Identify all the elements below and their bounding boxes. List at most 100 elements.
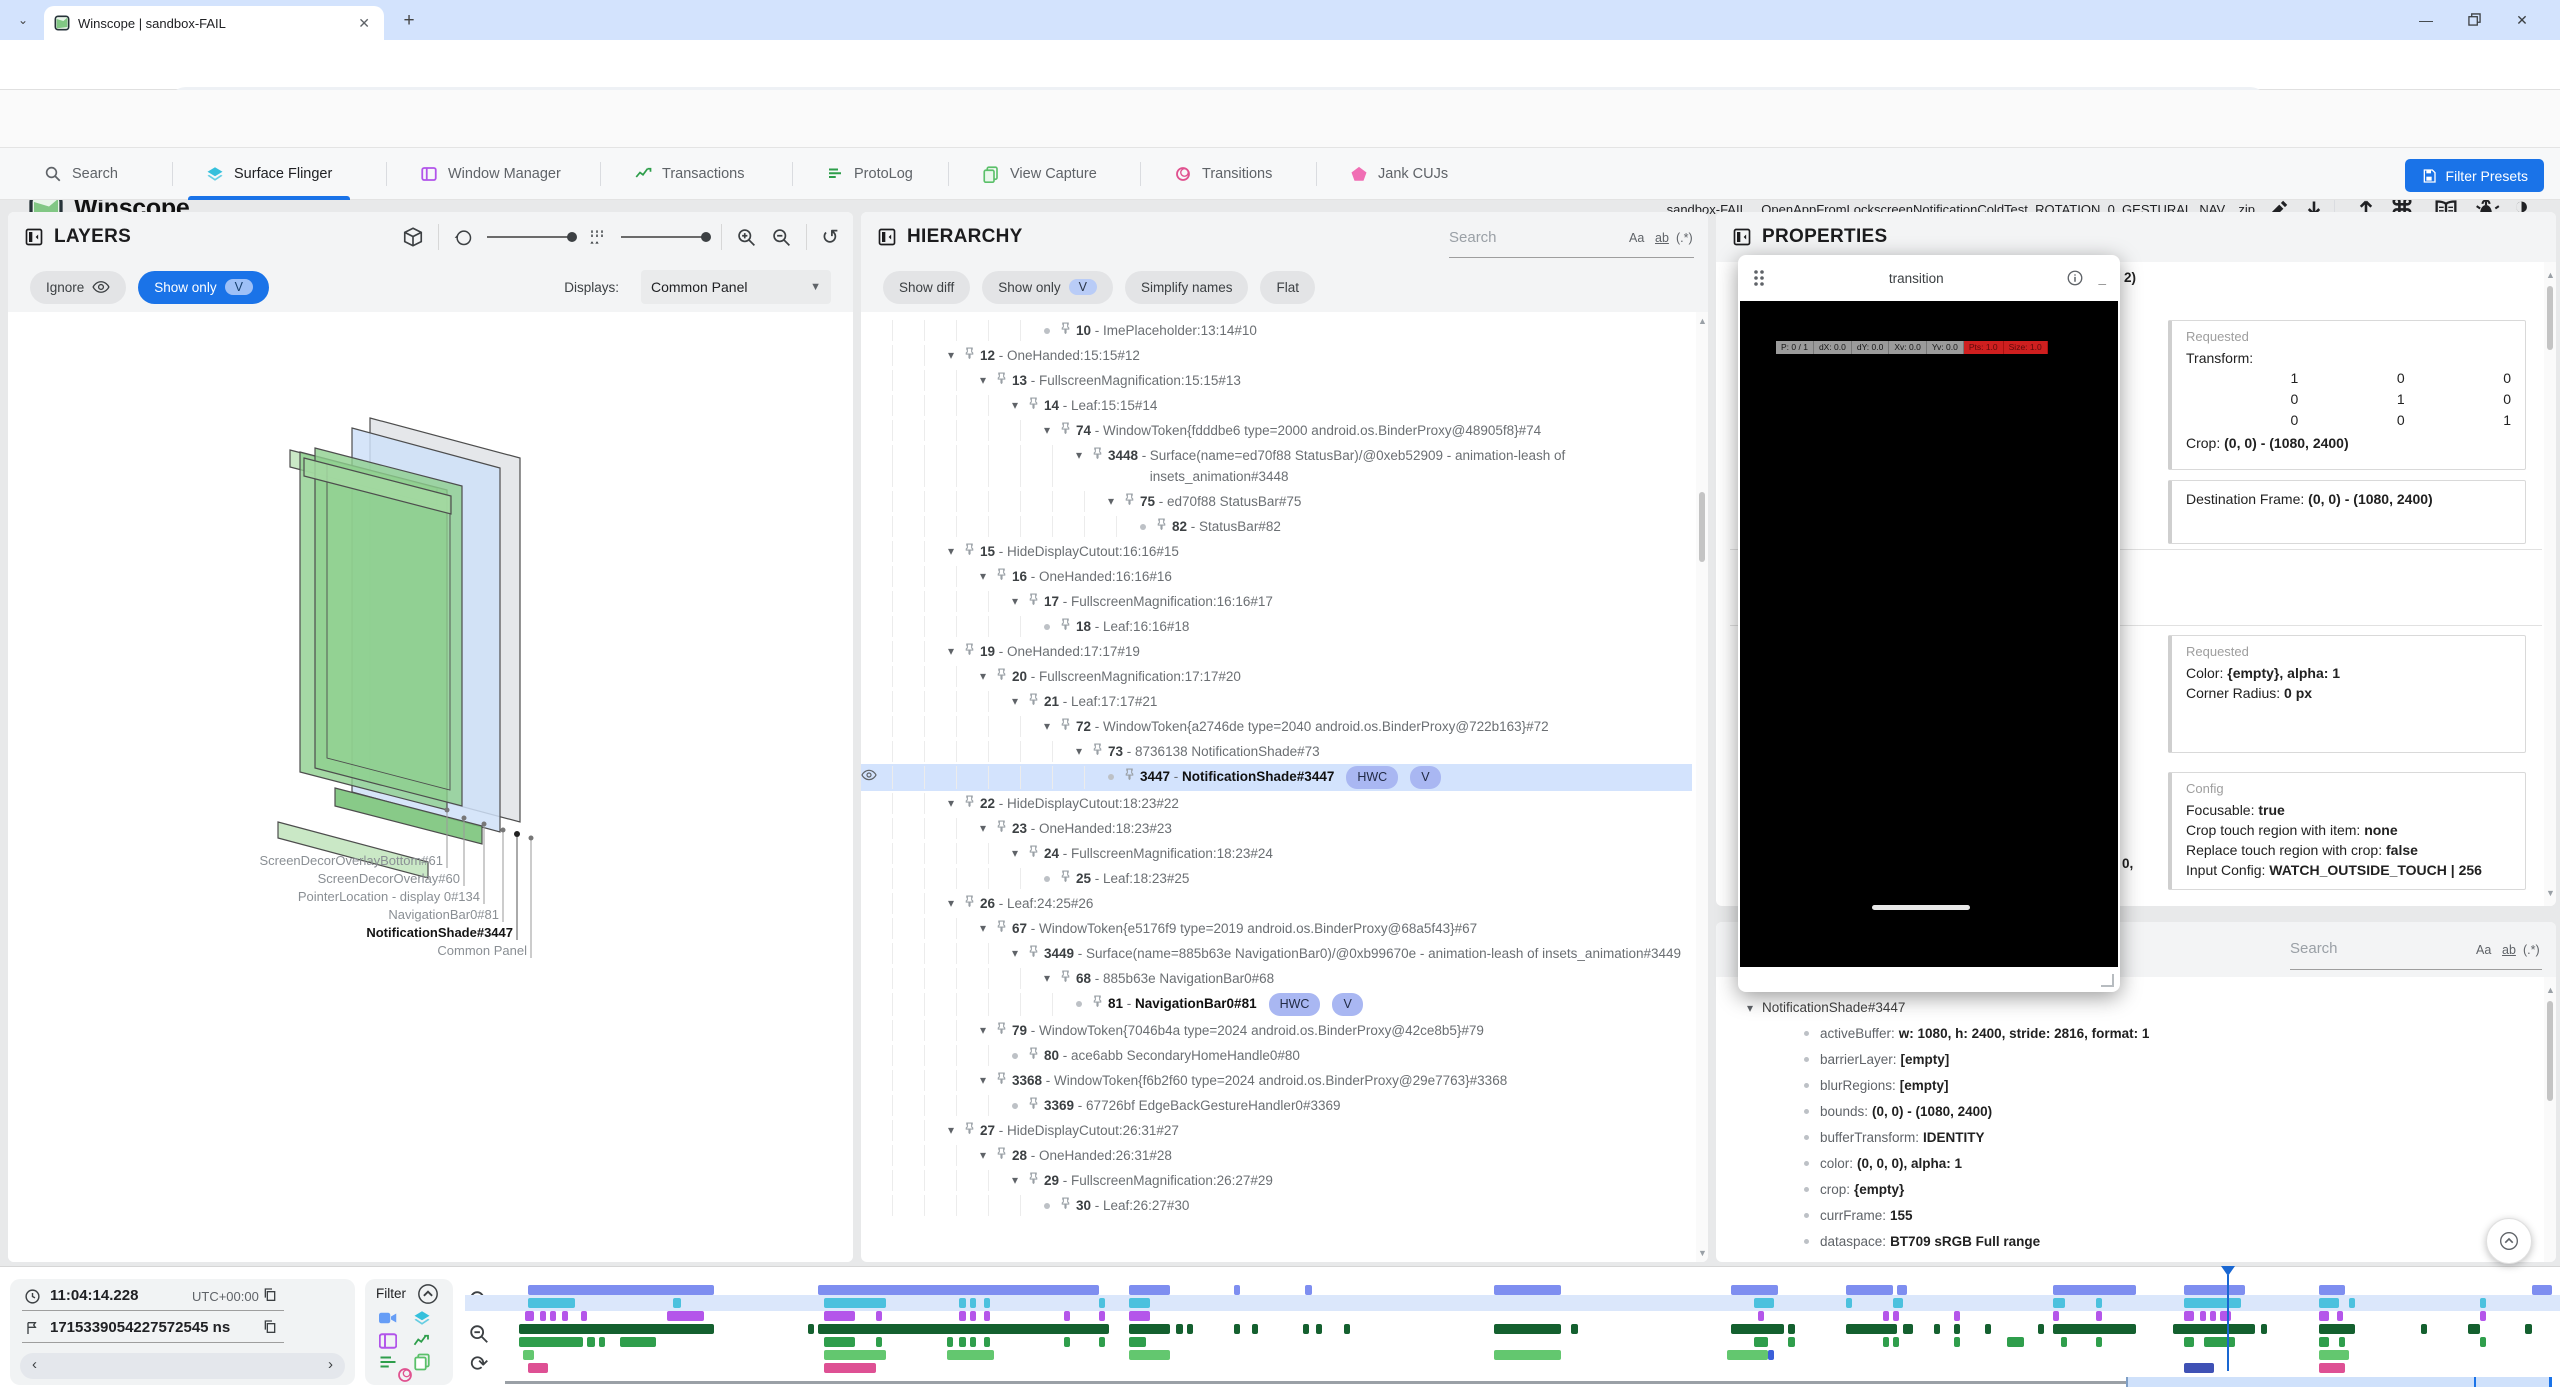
pin-icon[interactable] <box>1027 1047 1040 1060</box>
simplify-names-chip[interactable]: Simplify names <box>1125 271 1249 304</box>
collapse-properties-button[interactable] <box>2486 1218 2532 1264</box>
pin-icon[interactable] <box>1027 945 1040 958</box>
collapse-panel-icon[interactable] <box>877 227 897 247</box>
property-row[interactable]: barrierLayer:[empty] <box>1804 1052 1949 1067</box>
pin-icon[interactable] <box>1059 618 1072 631</box>
window-minimize-button[interactable]: — <box>2404 0 2448 40</box>
pin-icon[interactable] <box>1123 768 1136 781</box>
timeline-track[interactable] <box>505 1363 2552 1373</box>
tree-row[interactable]: ▾3448 - Surface(name=ed70f88 StatusBar)/… <box>861 443 1692 489</box>
state-scrollbar[interactable]: ▲ <box>2544 977 2556 1262</box>
expand-arrow-icon[interactable]: ▾ <box>973 370 993 391</box>
tree-row[interactable]: ▾26 - Leaf:24:25#26 <box>861 891 1692 916</box>
expand-arrow-icon[interactable]: ▾ <box>1005 691 1025 712</box>
pin-icon[interactable] <box>963 543 976 556</box>
expand-arrow-icon[interactable]: ▾ <box>1069 445 1089 466</box>
timeline-zoom-out-icon[interactable] <box>468 1323 490 1345</box>
timeline-tracks[interactable] <box>505 1281 2552 1389</box>
pin-icon[interactable] <box>995 668 1008 681</box>
tree-row[interactable]: 10 - ImePlaceholder:13:14#10 <box>861 318 1692 343</box>
transactions-filter-icon[interactable] <box>413 1333 431 1349</box>
tree-row[interactable]: ▾24 - FullscreenMagnification:18:23#24 <box>861 841 1692 866</box>
tab-surface-flinger[interactable]: Surface Flinger <box>180 148 358 200</box>
properties-search-input[interactable]: Search <box>2290 940 2338 957</box>
tree-row[interactable]: ▾74 - WindowToken{fdddbe6 type=2000 andr… <box>861 418 1692 443</box>
regex-icon[interactable]: (.*) <box>1676 231 1693 245</box>
pin-icon[interactable] <box>995 820 1008 833</box>
tab-transactions[interactable]: Transactions <box>608 148 770 200</box>
next-frame-button[interactable]: › <box>328 1356 333 1373</box>
rotation-dial-icon[interactable] <box>453 227 473 247</box>
tree-row[interactable]: ▾15 - HideDisplayCutout:16:16#15 <box>861 539 1692 564</box>
expand-arrow-icon[interactable]: ▾ <box>973 918 993 939</box>
tree-row[interactable]: ▾29 - FullscreenMagnification:26:27#29 <box>861 1168 1692 1193</box>
expand-arrow-icon[interactable]: ▾ <box>1037 716 1057 737</box>
pin-icon[interactable] <box>995 1072 1008 1085</box>
tree-row[interactable]: 3447 - NotificationShade#3447HWCV <box>861 764 1692 791</box>
protolog-filter-icon[interactable] <box>379 1355 397 1369</box>
tree-row[interactable]: ▾22 - HideDisplayCutout:18:23#22 <box>861 791 1692 816</box>
expand-arrow-icon[interactable]: ▾ <box>941 793 961 814</box>
window-close-button[interactable]: ✕ <box>2500 0 2544 40</box>
pin-icon[interactable] <box>1059 1197 1072 1210</box>
pin-icon[interactable] <box>963 347 976 360</box>
property-row[interactable]: blurRegions:[empty] <box>1804 1078 1949 1093</box>
rect-label[interactable]: PointerLocation - display 0#134 <box>160 889 480 904</box>
reset-view-icon[interactable]: ↺ <box>821 225 839 250</box>
tree-row[interactable]: ▾75 - ed70f88 StatusBar#75 <box>861 489 1692 514</box>
tab-close-icon[interactable]: ✕ <box>354 15 374 32</box>
pin-icon[interactable] <box>995 920 1008 933</box>
pin-icon[interactable] <box>963 643 976 656</box>
expand-arrow-icon[interactable]: ▾ <box>1005 943 1025 964</box>
expand-arrow-icon[interactable]: ▾ <box>973 666 993 687</box>
rect-label[interactable]: NotificationShade#3447 <box>193 925 513 940</box>
resize-handle[interactable] <box>2101 974 2114 987</box>
timeline-track[interactable] <box>505 1311 2552 1321</box>
match-case-icon[interactable]: Aa <box>1629 231 1644 245</box>
tree-row[interactable]: ▾16 - OneHanded:16:16#16 <box>861 564 1692 589</box>
spacing-slider-icon[interactable] <box>587 227 607 247</box>
ignore-visibility-chip[interactable]: Ignore <box>30 271 126 304</box>
displays-dropdown[interactable]: Common Panel ▼ <box>641 270 831 304</box>
match-word-icon[interactable]: ab <box>2502 943 2516 957</box>
property-row[interactable]: activeBuffer:w: 1080, h: 2400, stride: 2… <box>1804 1026 2149 1041</box>
tree-row[interactable]: ▾3368 - WindowToken{f6b2f60 type=2024 an… <box>861 1068 1692 1093</box>
window-restore-button[interactable] <box>2452 0 2496 40</box>
tree-row[interactable]: ▾79 - WindowToken{7046b4a type=2024 andr… <box>861 1018 1692 1043</box>
rect-label[interactable]: NavigationBar0#81 <box>179 907 499 922</box>
pin-icon[interactable] <box>1027 397 1040 410</box>
tree-row[interactable]: ▾14 - Leaf:15:15#14 <box>861 393 1692 418</box>
pin-icon[interactable] <box>995 372 1008 385</box>
collapse-filter-icon[interactable] <box>417 1283 439 1305</box>
tab-window-manager[interactable]: Window Manager <box>394 148 587 200</box>
pin-icon[interactable] <box>963 1122 976 1135</box>
rotation-slider[interactable] <box>487 236 573 238</box>
pin-icon[interactable] <box>1123 493 1136 506</box>
tree-row[interactable]: 18 - Leaf:16:16#18 <box>861 614 1692 639</box>
spacing-slider[interactable] <box>621 236 707 238</box>
prev-frame-button[interactable]: ‹ <box>32 1356 37 1373</box>
screen-recording-filter-icon[interactable] <box>379 1311 397 1325</box>
tree-row[interactable]: 3369 - 67726bf EdgeBackGestureHandler0#3… <box>861 1093 1692 1118</box>
tree-row[interactable]: ▾27 - HideDisplayCutout:26:31#27 <box>861 1118 1692 1143</box>
tab-search[interactable]: Search <box>18 148 144 200</box>
minimize-overlay-icon[interactable]: _ <box>2098 271 2106 286</box>
pin-icon[interactable] <box>1059 970 1072 983</box>
layers-3d-canvas[interactable]: ScreenDecorOverlayBottom#61ScreenDecorOv… <box>8 312 853 1262</box>
tree-row[interactable]: 25 - Leaf:18:23#25 <box>861 866 1692 891</box>
tree-row[interactable]: 80 - ace6abb SecondaryHomeHandle0#80 <box>861 1043 1692 1068</box>
timeline-track[interactable] <box>505 1324 2552 1334</box>
pin-icon[interactable] <box>1091 743 1104 756</box>
zoom-in-icon[interactable] <box>736 227 757 248</box>
timeline-cursor[interactable] <box>2227 1275 2230 1371</box>
pin-icon[interactable] <box>1027 1172 1040 1185</box>
tree-row[interactable]: 82 - StatusBar#82 <box>861 514 1692 539</box>
timeline-range-bar[interactable] <box>505 1377 2552 1387</box>
view-capture-filter-icon[interactable] <box>413 1353 431 1371</box>
tree-row[interactable]: ▾13 - FullscreenMagnification:15:15#13 <box>861 368 1692 393</box>
copy-icon[interactable] <box>262 1319 278 1335</box>
properties-scrollbar[interactable]: ▲ ▼ <box>2544 262 2556 906</box>
new-tab-button[interactable]: + <box>396 8 422 34</box>
expand-arrow-icon[interactable]: ▾ <box>941 1120 961 1141</box>
expand-arrow-icon[interactable]: ▾ <box>1740 1001 1760 1015</box>
